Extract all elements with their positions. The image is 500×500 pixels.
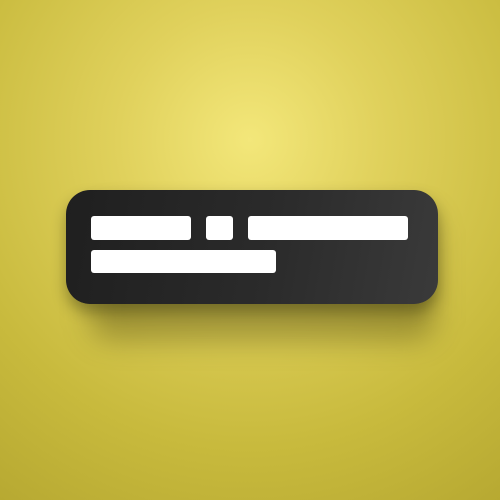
icon-canvas xyxy=(0,0,500,500)
text-placeholder-lines-icon xyxy=(66,190,438,304)
text-line-segment xyxy=(91,216,191,240)
text-line-segment xyxy=(206,216,233,240)
text-line-segment xyxy=(248,216,408,240)
text-line-segment xyxy=(91,250,276,273)
